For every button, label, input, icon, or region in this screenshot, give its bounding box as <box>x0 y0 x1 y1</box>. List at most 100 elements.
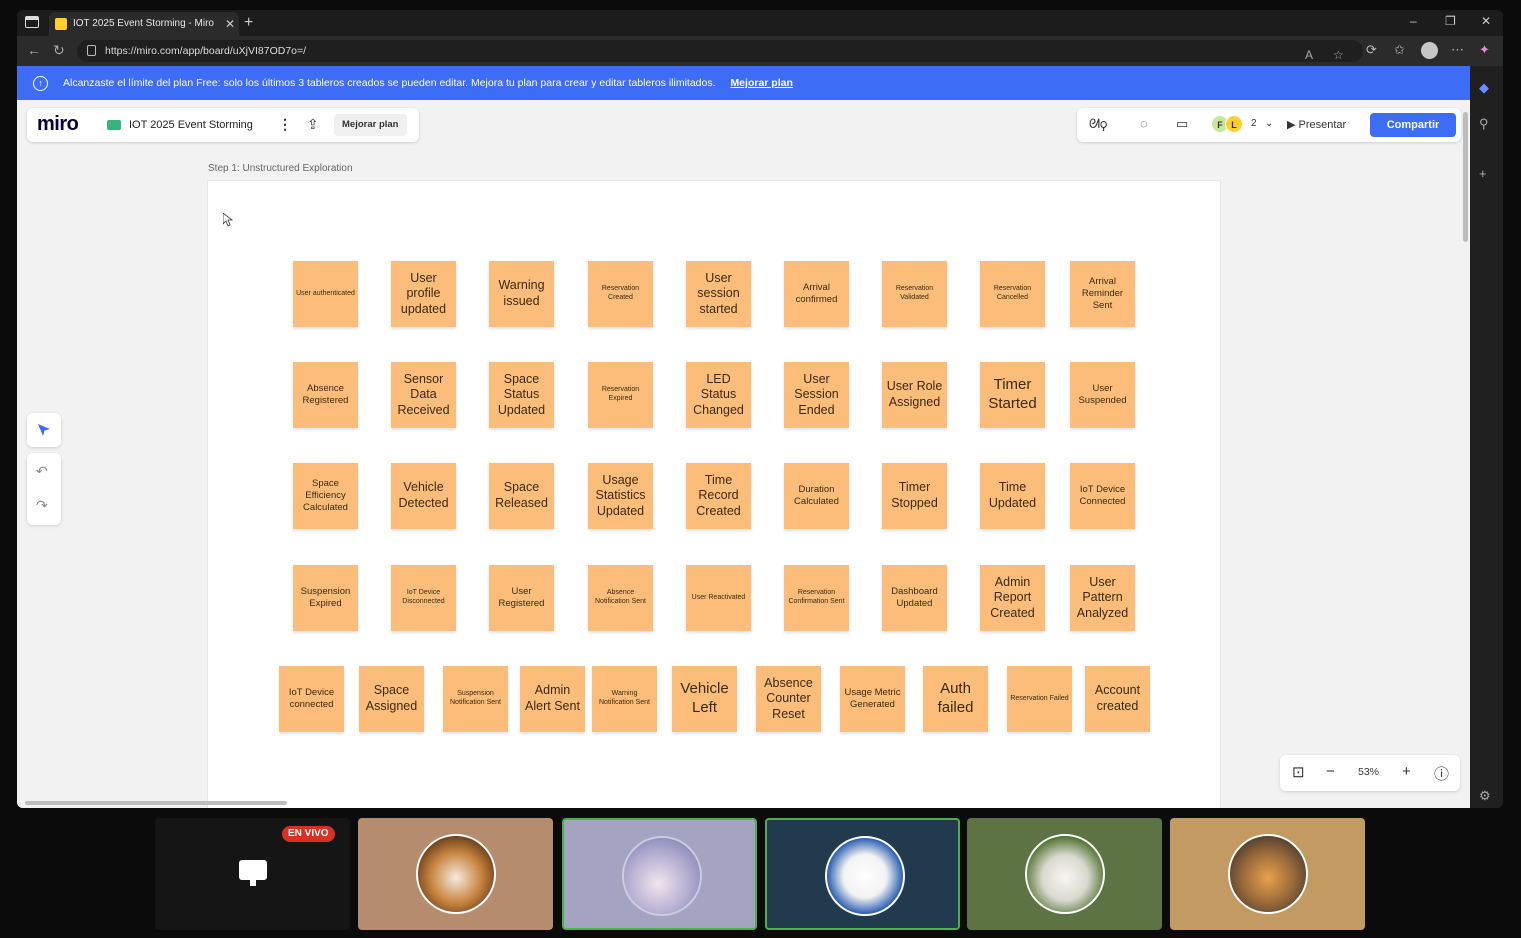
horizontal-scrollbar[interactable] <box>25 801 287 805</box>
participant-tile[interactable] <box>358 818 553 930</box>
read-aloud-icon[interactable]: A <box>1305 44 1313 66</box>
sticky-note[interactable]: IoT Device Connected <box>1070 463 1135 529</box>
export-icon[interactable]: ⇪ <box>307 116 319 133</box>
refresh-icon[interactable]: ↻ <box>53 42 65 59</box>
zoom-level[interactable]: 53% <box>1358 766 1379 778</box>
sticky-note[interactable]: User authenticated <box>293 261 358 327</box>
sticky-note[interactable]: Reservation Cancelled <box>980 261 1045 327</box>
miro-logo[interactable]: miro <box>37 113 79 136</box>
sticky-note[interactable]: Space Released <box>489 463 554 529</box>
redo-icon[interactable]: ↷ <box>36 497 48 514</box>
sticky-note[interactable]: Suspension Expired <box>293 565 358 631</box>
sticky-note[interactable]: Space Assigned <box>359 666 424 732</box>
sidebar-search-icon[interactable]: ⚲ <box>1479 116 1489 132</box>
sticky-note[interactable]: Warning Notification Sent <box>592 666 657 732</box>
zoom-out-icon[interactable]: − <box>1326 763 1335 780</box>
copilot-icon[interactable]: ✦ <box>1479 42 1490 58</box>
sticky-note[interactable]: Auth failed <box>923 666 988 732</box>
sticky-note[interactable]: Absence Registered <box>293 362 358 428</box>
sticky-note[interactable]: Space Efficiency Calculated <box>293 463 358 529</box>
sticky-note[interactable]: User profile updated <box>391 261 456 327</box>
sticky-note[interactable]: Arrival Reminder Sent <box>1070 261 1135 327</box>
refresh-extension-icon[interactable]: ⟳ <box>1366 42 1377 58</box>
help-icon[interactable]: ⓘ <box>1434 763 1449 784</box>
board-title[interactable]: IOT 2025 Event Storming <box>129 119 253 131</box>
minimize-icon[interactable]: – <box>1410 14 1417 28</box>
select-tool[interactable] <box>27 413 61 447</box>
new-tab-icon[interactable]: + <box>244 12 253 34</box>
participant-tile[interactable] <box>1170 818 1365 930</box>
fit-to-screen-icon[interactable]: ⊡ <box>1292 763 1305 781</box>
url-field[interactable]: https://miro.com/app/board/uXjVI87OD7o=/… <box>77 40 1363 62</box>
comments-icon[interactable]: ◌ <box>1140 116 1148 131</box>
sticky-note[interactable]: IoT Device connected <box>279 666 344 732</box>
sticky-note[interactable]: User Pattern Analyzed <box>1070 565 1135 631</box>
sticky-note[interactable]: Reservation Expired <box>588 362 653 428</box>
restore-icon[interactable]: ❐ <box>1445 14 1456 28</box>
sticky-note[interactable]: Reservation Created <box>588 261 653 327</box>
sticky-note[interactable]: Suspension Notification Sent <box>443 666 508 732</box>
sidebar-settings-icon[interactable]: ⚙ <box>1479 788 1491 804</box>
upgrade-plan-link[interactable]: Mejorar plan <box>730 77 792 89</box>
sticky-note[interactable]: Timer Started <box>980 362 1045 428</box>
sticky-note[interactable]: Time Updated <box>980 463 1045 529</box>
sticky-note[interactable]: User Reactivated <box>686 565 751 631</box>
sticky-note[interactable]: Absence Notification Sent <box>588 565 653 631</box>
sticky-note[interactable]: User Session Ended <box>784 362 849 428</box>
sticky-note[interactable]: Usage Metric Generated <box>840 666 905 732</box>
zoom-controls: ⊡ − 53% + ⓘ <box>1280 755 1460 791</box>
sticky-note[interactable]: Reservation Failed <box>1007 666 1072 732</box>
sticky-note[interactable]: User Registered <box>489 565 554 631</box>
sticky-note[interactable]: Sensor Data Received <box>391 362 456 428</box>
close-window-icon[interactable]: ✕ <box>1481 14 1491 28</box>
sticky-note[interactable]: LED Status Changed <box>686 362 751 428</box>
sticky-note[interactable]: Reservation Confirmation Sent <box>784 565 849 631</box>
share-button[interactable]: Compartir <box>1370 113 1456 137</box>
upgrade-plan-button[interactable]: Mejorar plan <box>334 114 407 136</box>
sticky-note[interactable]: Vehicle Left <box>672 666 737 732</box>
collaborators[interactable]: F L 2 ⌄ <box>1211 115 1275 135</box>
participant-tile-active[interactable] <box>765 818 960 930</box>
sticky-note[interactable]: Timer Stopped <box>882 463 947 529</box>
sticky-note[interactable]: Account created <box>1085 666 1150 732</box>
chevron-down-icon: ⌄ <box>1265 118 1274 129</box>
more-icon[interactable]: ⋯ <box>1451 42 1464 58</box>
sticky-note[interactable]: Admin Alert Sent <box>520 666 585 732</box>
sticky-note[interactable]: User Role Assigned <box>882 362 947 428</box>
browser-sidebar: ◆ ⚲ + ⚙ <box>1470 66 1503 808</box>
sticky-note[interactable]: Admin Report Created <box>980 565 1045 631</box>
sidebar-tag-icon[interactable]: ◆ <box>1479 80 1489 96</box>
back-icon[interactable]: ← <box>27 42 41 58</box>
sticky-note[interactable]: Reservation Validated <box>882 261 947 327</box>
sidebar-add-icon[interactable]: + <box>1479 166 1487 181</box>
close-tab-icon[interactable]: ✕ <box>225 12 235 36</box>
reactions-icon[interactable]: ᘛ⚲ <box>1089 116 1107 132</box>
sticky-note[interactable]: Time Record Created <box>686 463 751 529</box>
favorites-icon[interactable]: ✩ <box>1394 42 1405 58</box>
sticky-note[interactable]: User session started <box>686 261 751 327</box>
sticky-note[interactable]: Space Status Updated <box>489 362 554 428</box>
sticky-note[interactable]: Vehicle Detected <box>391 463 456 529</box>
board-menu-icon[interactable]: ⋮ <box>278 116 292 132</box>
sticky-note[interactable]: Dashboard Updated <box>882 565 947 631</box>
participant-tile-active[interactable] <box>562 818 757 930</box>
favorite-star-icon[interactable]: ☆ <box>1333 44 1344 66</box>
board-canvas[interactable]: Step 1: Unstructured Exploration User au… <box>17 100 1470 808</box>
board-icon <box>107 120 121 130</box>
sticky-note[interactable]: User Suspended <box>1070 362 1135 428</box>
participant-tile[interactable] <box>967 818 1162 930</box>
video-call-icon[interactable]: ▭ <box>1176 116 1188 132</box>
vertical-scrollbar[interactable] <box>1463 112 1468 242</box>
undo-icon[interactable]: ↶ <box>36 463 48 480</box>
browser-tab[interactable]: IOT 2025 Event Storming - Miro ✕ <box>49 12 239 36</box>
sticky-note[interactable]: IoT Device Disconnected <box>391 565 456 631</box>
sticky-note[interactable]: Absence Counter Reset <box>756 666 821 732</box>
window-menu-icon[interactable] <box>25 16 39 28</box>
sticky-note[interactable]: Arrival confirmed <box>784 261 849 327</box>
sticky-note[interactable]: Warning issued <box>489 261 554 327</box>
sticky-note[interactable]: Duration Calculated <box>784 463 849 529</box>
zoom-in-icon[interactable]: + <box>1402 763 1411 780</box>
profile-avatar[interactable] <box>1421 42 1438 59</box>
sticky-note[interactable]: Usage Statistics Updated <box>588 463 653 529</box>
present-button[interactable]: ▶ Presentar <box>1287 115 1346 135</box>
